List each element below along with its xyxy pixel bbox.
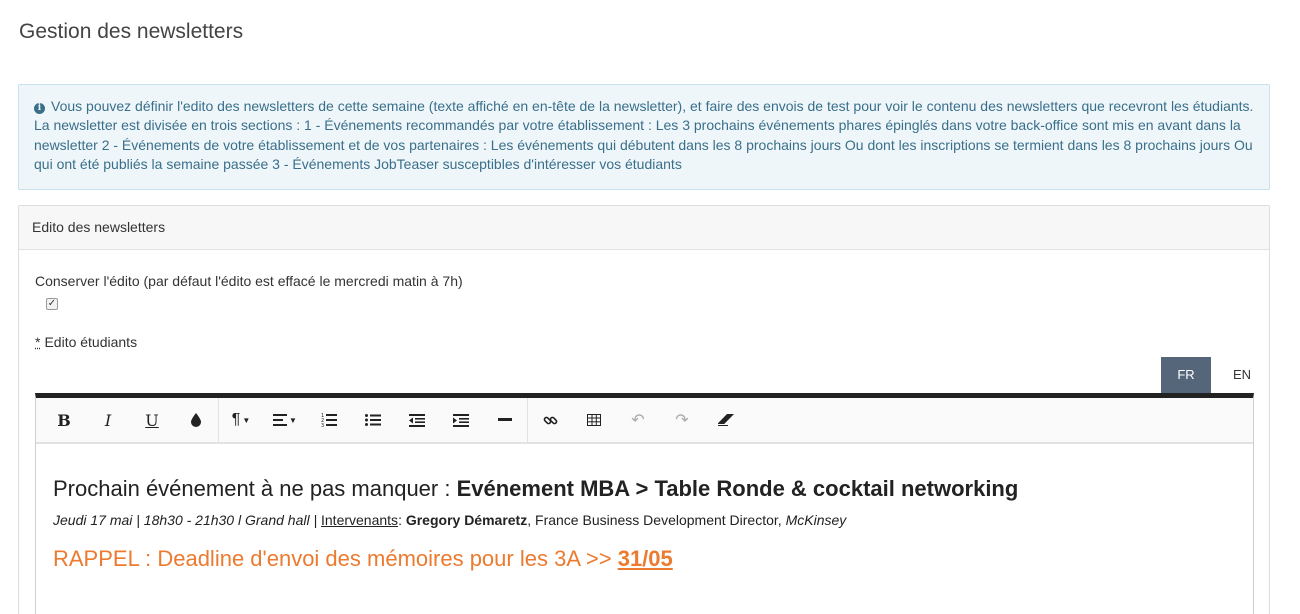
rappel-prefix: RAPPEL : Deadline d'envoi des mémoires p…	[53, 546, 618, 571]
editor-toolbar: B I U ¶ ▼ ▼ 123 ↶ ↷	[36, 398, 1253, 444]
edito-label-text: Edito étudiants	[44, 334, 138, 350]
headline-line: Prochain événement à ne pas manquer : Ev…	[53, 476, 1236, 502]
unordered-list-button[interactable]	[351, 402, 395, 438]
indent-icon	[453, 413, 469, 427]
chevron-down-icon: ▼	[242, 415, 251, 425]
details-line: Jeudi 17 mai | 18h30 - 21h30 l Grand hal…	[53, 512, 1236, 528]
edito-panel: Edito des newsletters Conserver l'édito …	[18, 205, 1270, 614]
redo-button[interactable]: ↷	[660, 402, 704, 438]
keep-edito-label: Conserver l'édito (par défaut l'édito es…	[35, 273, 463, 289]
chevron-down-icon: ▼	[289, 415, 297, 425]
language-tabs: FR EN	[1161, 357, 1267, 393]
link-icon	[543, 416, 557, 424]
droplet-icon	[191, 413, 201, 427]
eraser-button[interactable]	[704, 402, 748, 438]
align-button[interactable]: ▼	[263, 402, 307, 438]
panel-heading: Edito des newsletters	[19, 206, 1269, 250]
ordered-list-icon: 123	[321, 413, 337, 427]
bold-button[interactable]: B	[42, 402, 86, 438]
rappel-date: 31/05	[617, 546, 673, 571]
paragraph-button[interactable]: ¶ ▼	[219, 402, 263, 438]
details-when: Jeudi 17 mai | 18h30 - 21h30 l Grand hal…	[53, 512, 321, 528]
table-icon	[587, 414, 601, 426]
tab-fr[interactable]: FR	[1161, 357, 1211, 393]
horizontal-rule-button[interactable]	[483, 402, 527, 438]
details-company: McKinsey	[785, 512, 847, 528]
headline-event: Evénement MBA > Table Ronde & cocktail n…	[456, 476, 1019, 501]
details-colon: :	[398, 512, 406, 528]
page-title: Gestion des newsletters	[19, 20, 244, 43]
indent-button[interactable]	[439, 402, 483, 438]
align-left-icon	[273, 414, 288, 426]
info-alert: i Vous pouvez définir l'edito des newslet…	[18, 84, 1270, 190]
info-text: Vous pouvez définir l'edito des newslett…	[34, 98, 1254, 172]
svg-text:3: 3	[321, 423, 324, 427]
outdent-button[interactable]	[395, 402, 439, 438]
outdent-icon	[409, 413, 425, 427]
headline-prefix: Prochain événement à ne pas manquer :	[53, 476, 457, 501]
eraser-icon	[718, 414, 734, 426]
underline-button[interactable]: U	[130, 402, 174, 438]
table-button[interactable]	[572, 402, 616, 438]
required-mark: *	[35, 334, 41, 350]
ordered-list-button[interactable]: 123	[307, 402, 351, 438]
details-speaker-name: Gregory Démaretz	[405, 512, 528, 528]
keep-edito-checkbox[interactable]: ✓	[46, 298, 58, 310]
unordered-list-icon	[365, 414, 381, 426]
italic-button[interactable]: I	[86, 402, 130, 438]
edito-label: * Edito étudiants	[35, 334, 137, 350]
horizontal-rule-icon	[498, 418, 512, 421]
editor-content[interactable]: Prochain événement à ne pas manquer : Ev…	[36, 476, 1253, 572]
info-icon: i	[34, 103, 45, 114]
paragraph-icon: ¶	[231, 411, 241, 428]
color-button[interactable]	[174, 402, 218, 438]
details-speaker-role: , France Business Development Director,	[527, 512, 786, 528]
undo-button[interactable]: ↶	[616, 402, 660, 438]
link-button[interactable]	[528, 402, 572, 438]
rich-text-editor[interactable]: B I U ¶ ▼ ▼ 123 ↶ ↷ Prochain événement à…	[35, 393, 1254, 614]
tab-en[interactable]: EN	[1217, 357, 1267, 393]
details-speakers-label: Intervenants	[321, 512, 399, 528]
rappel-line: RAPPEL : Deadline d'envoi des mémoires p…	[53, 546, 1236, 572]
